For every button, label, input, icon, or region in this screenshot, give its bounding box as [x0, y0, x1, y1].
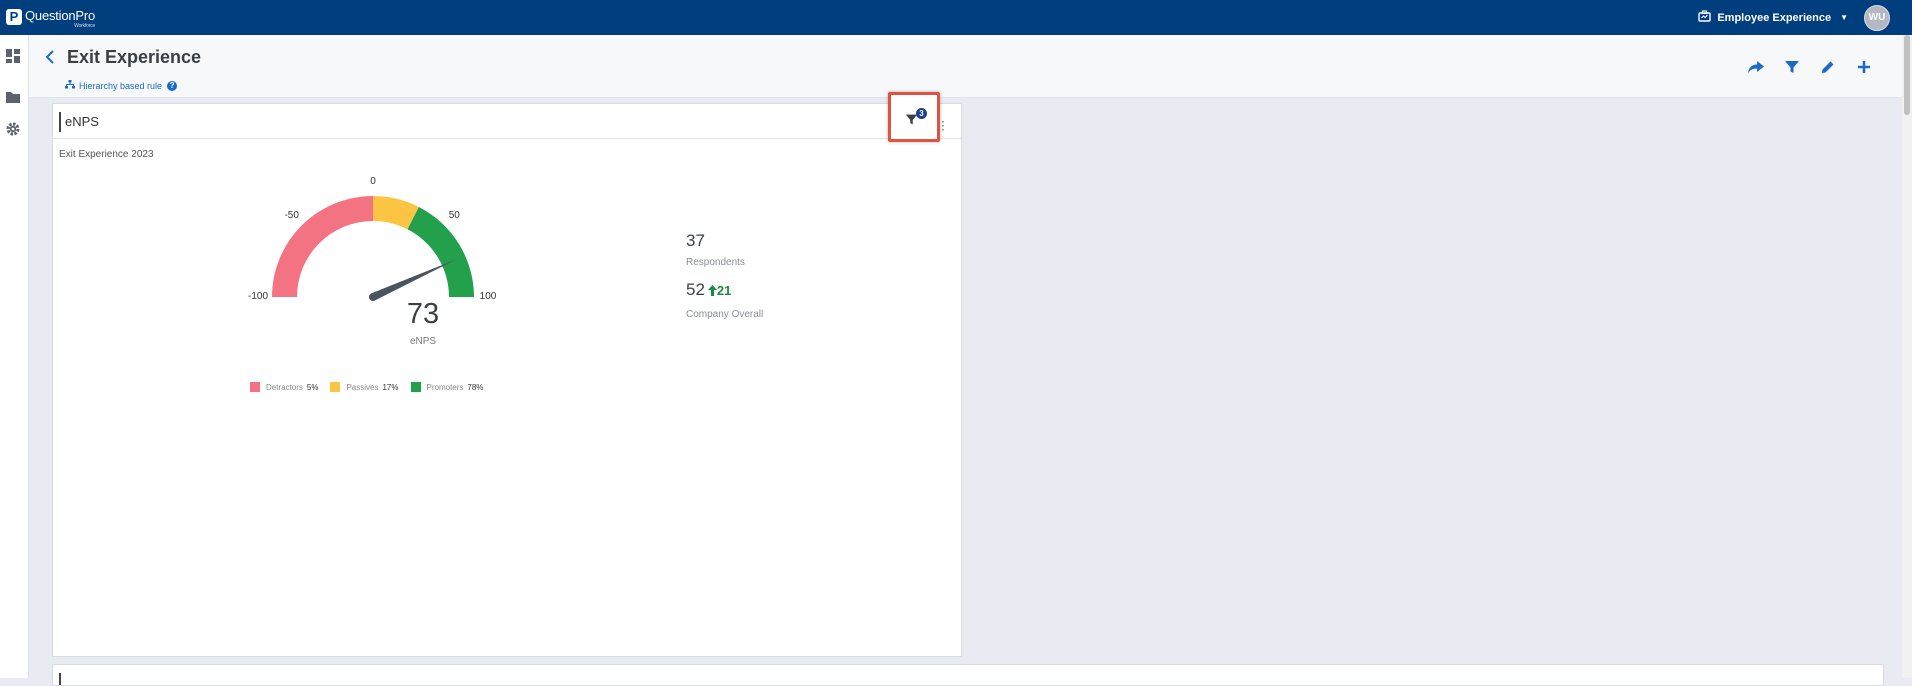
logo-mark: P	[6, 9, 22, 25]
gear-icon[interactable]	[5, 121, 21, 137]
title-accent	[59, 673, 61, 685]
legend-swatch	[330, 382, 341, 392]
legend-label: Detractors	[266, 382, 303, 392]
logo-name: QuestionPro	[25, 8, 96, 23]
back-arrow-icon[interactable]	[43, 48, 57, 66]
gauge-legend: Detractors 5% Passives 17% Promoters 78%	[250, 382, 495, 392]
folder-icon[interactable]	[5, 89, 21, 105]
page-title: Exit Experience	[67, 47, 202, 67]
logo-text: QuestionPro Workforce	[25, 8, 96, 30]
gauge-needle	[371, 259, 457, 301]
briefcase-icon	[1698, 10, 1712, 25]
respondents-label: Respondents	[686, 257, 745, 268]
gauge-tick-label: -50	[284, 209, 299, 221]
legend-percent: 78%	[467, 382, 484, 392]
legend-item-detractors: Detractors 5%	[250, 382, 318, 392]
hierarchy-rule-text: Hierarchy based rule	[79, 80, 163, 91]
top-bar: P QuestionPro Workforce Employee Experie…	[0, 0, 1912, 35]
legend-percent: 5%	[306, 382, 319, 392]
scrollbar-thumb[interactable]	[1904, 35, 1910, 115]
user-avatar[interactable]: WU	[1864, 5, 1890, 31]
logo-subtitle: Workforce	[74, 23, 96, 29]
respondents-count: 37	[686, 231, 705, 250]
page-scrollbar[interactable]	[1902, 35, 1912, 678]
share-icon[interactable]	[1746, 57, 1766, 77]
company-overall-label: Company Overall	[686, 309, 764, 320]
help-icon[interactable]: ?	[167, 80, 178, 91]
legend-label: Passives	[346, 382, 379, 392]
company-delta: 21	[707, 283, 732, 298]
legend-percent: 17%	[382, 382, 399, 392]
header-toolbar	[1730, 57, 1874, 77]
legend-label: Promoters	[426, 382, 464, 392]
enps-gauge	[272, 196, 474, 301]
legend-item-passives: Passives 17%	[330, 382, 399, 392]
company-overall-value: 52	[686, 280, 705, 299]
enps-widget: eNPS 3 · · · Exit Experience 2023 -100 -50 0…	[52, 92, 962, 657]
product-switcher[interactable]: Employee Experience ▼	[1698, 10, 1848, 25]
enps-score-label: eNPS	[409, 336, 437, 347]
left-rail	[0, 35, 29, 678]
next-widget	[52, 664, 1884, 686]
arrow-up-icon	[707, 285, 717, 296]
dashboard-icon[interactable]	[5, 48, 21, 64]
logo[interactable]: P QuestionPro Workforce	[6, 8, 96, 30]
hierarchy-rule-link[interactable]: Hierarchy based rule ?	[65, 80, 178, 91]
add-icon[interactable]	[1854, 57, 1874, 77]
gauge-tick-label: 0	[370, 176, 376, 187]
product-name: Employee Experience	[1717, 11, 1832, 24]
company-overall-score: 52 21	[686, 280, 731, 300]
chevron-down-icon: ▼	[1840, 13, 1848, 22]
company-delta-value: 21	[716, 283, 732, 298]
filter-icon[interactable]	[1782, 57, 1802, 77]
enps-score: 73	[406, 298, 440, 330]
legend-swatch	[410, 382, 421, 392]
page-header: Exit Experience Hierarchy based rule ?	[29, 35, 1902, 98]
legend-swatch	[250, 382, 260, 392]
hierarchy-icon	[65, 80, 75, 91]
gauge-tick-label: 50	[448, 209, 460, 221]
gauge-tick-label: -100	[247, 291, 268, 302]
legend-item-promoters: Promoters 78%	[410, 382, 484, 392]
edit-icon[interactable]	[1818, 57, 1838, 77]
